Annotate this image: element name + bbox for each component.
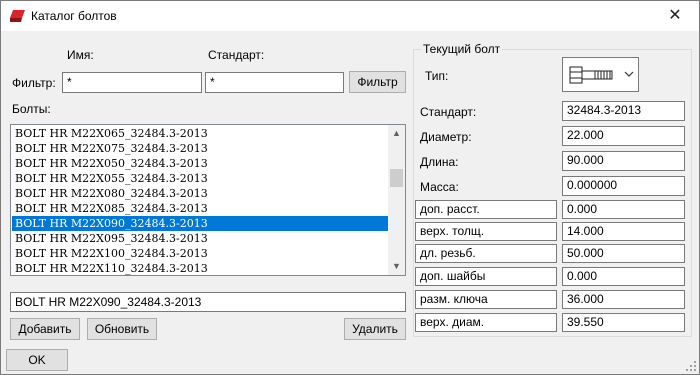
bolt-list-item[interactable]: BOLT HR M22X110_32484.3-2013 <box>12 261 389 275</box>
wrench-size-field[interactable]: 36.000 <box>562 290 685 309</box>
thread-length-label: дл. резьб. <box>415 244 557 263</box>
length-label: Длина: <box>420 155 459 169</box>
filter-button[interactable]: Фильтр <box>349 71 406 93</box>
bolt-type-dropdown[interactable] <box>562 57 639 92</box>
head-diameter-field[interactable]: 39.550 <box>562 313 685 332</box>
selected-bolt-field[interactable]: BOLT HR M22X090_32484.3-2013 <box>10 292 406 312</box>
bolt-list-item[interactable]: BOLT HR M22X090_32484.3-2013 <box>12 216 389 231</box>
update-button[interactable]: Обновить <box>87 318 157 340</box>
scroll-up-icon[interactable]: ▲ <box>388 125 405 142</box>
diameter-label: Диаметр: <box>420 130 472 144</box>
head-thickness-field[interactable]: 14.000 <box>562 222 685 241</box>
extra-washer-label: доп. шайбы <box>415 267 557 286</box>
standard-field[interactable]: 32484.3-2013 <box>562 101 685 121</box>
extra-distance-field[interactable]: 0.000 <box>562 200 685 219</box>
scroll-down-icon[interactable]: ▼ <box>388 258 405 275</box>
bolt-list-item[interactable]: BOLT HR M22X050_32484.3-2013 <box>12 156 389 171</box>
scroll-thumb[interactable] <box>390 169 403 187</box>
chevron-down-icon <box>624 71 634 77</box>
bolt-list-item[interactable]: BOLT HR M22X075_32484.3-2013 <box>12 141 389 156</box>
delete-button[interactable]: Удалить <box>344 318 406 340</box>
bolts-list-scrollbar[interactable]: ▲ ▼ <box>388 125 405 275</box>
bolt-list-item[interactable]: BOLT HR M22X085_32484.3-2013 <box>12 201 389 216</box>
current-bolt-title: Текущий болт <box>421 42 503 56</box>
standard-label: Стандарт: <box>420 105 477 119</box>
wrench-size-label: разм. ключа <box>415 290 557 309</box>
standard-column-label: Стандарт: <box>208 48 265 62</box>
ok-button[interactable]: OK <box>6 349 68 371</box>
bolts-list[interactable]: BOLT HR M22X065_32484.3-2013 BOLT HR M22X… <box>10 124 406 276</box>
resize-grip-icon[interactable] <box>685 360 697 372</box>
bolt-list-item[interactable]: BOLT HR M22X055_32484.3-2013 <box>12 171 389 186</box>
bolt-icon <box>569 66 613 84</box>
standard-filter-input[interactable]: * <box>205 72 344 93</box>
extra-distance-label: доп. расст. <box>415 200 557 219</box>
name-filter-input[interactable]: * <box>62 72 202 93</box>
bolt-list-item[interactable]: BOLT HR M22X100_32484.3-2013 <box>12 246 389 261</box>
mass-label: Масса: <box>420 180 459 194</box>
name-column-label: Имя: <box>67 48 94 62</box>
close-icon[interactable]: ✕ <box>665 6 685 26</box>
add-button[interactable]: Добавить <box>10 318 80 340</box>
mass-field[interactable]: 0.000000 <box>562 176 685 196</box>
window-title: Каталог болтов <box>31 9 117 23</box>
thread-length-field[interactable]: 50.000 <box>562 244 685 263</box>
bolts-list-items: BOLT HR M22X065_32484.3-2013 BOLT HR M22X… <box>12 126 389 275</box>
head-thickness-label: верх. толщ. <box>415 222 557 241</box>
head-diameter-label: верх. диам. <box>415 313 557 332</box>
bolt-list-item[interactable]: BOLT HR M22X095_32484.3-2013 <box>12 231 389 246</box>
bolt-list-item[interactable]: BOLT HR M22X065_32484.3-2013 <box>12 126 389 141</box>
diameter-field[interactable]: 22.000 <box>562 126 685 146</box>
app-icon <box>10 10 25 22</box>
extra-washer-field[interactable]: 0.000 <box>562 267 685 286</box>
catalog-window: Каталог болтов ✕ Имя: Стандарт: Фильтр: … <box>0 0 700 375</box>
type-label: Тип: <box>425 69 449 83</box>
bolt-list-item[interactable]: BOLT HR M22X080_32484.3-2013 <box>12 186 389 201</box>
filter-label: Фильтр: <box>12 76 56 90</box>
bolts-label: Болты: <box>12 102 51 116</box>
length-field[interactable]: 90.000 <box>562 151 685 171</box>
title-bar: Каталог болтов ✕ <box>1 1 699 31</box>
